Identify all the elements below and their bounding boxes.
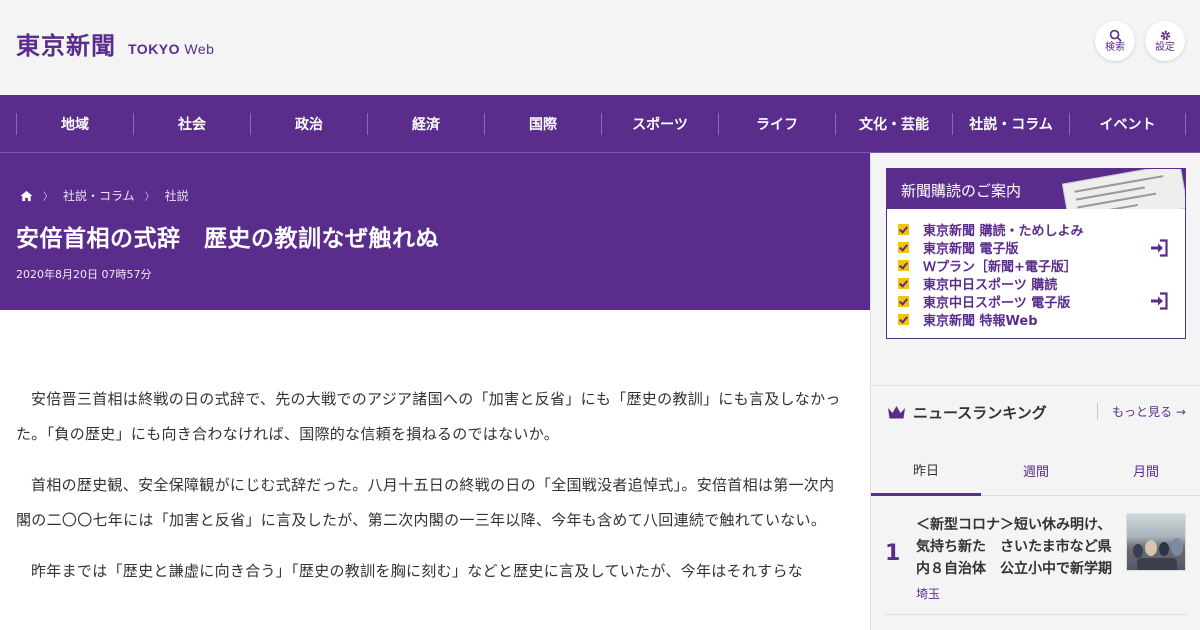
nav-item-international[interactable]: 国際 xyxy=(484,112,601,135)
subscription-link[interactable]: 東京中日スポーツ 購読 xyxy=(923,274,1057,293)
more-link[interactable]: もっと見る → xyxy=(1097,403,1186,420)
login-icon[interactable] xyxy=(1149,238,1169,258)
subscription-header: 新聞購読のご案内 xyxy=(887,169,1185,209)
search-icon xyxy=(1109,29,1122,42)
gear-icon xyxy=(1160,30,1170,41)
site-header: 東京新聞 TOKYO Web 検索 設定 xyxy=(0,0,1200,95)
nav-item-economy[interactable]: 経済 xyxy=(367,112,484,135)
subscription-item: 東京新聞 購読・ためしよみ xyxy=(898,220,1185,239)
article-paragraph: 首相の歴史観、安全保障観がにじむ式辞だった。八月十五日の終戦の日の「全国戦没者追… xyxy=(16,476,835,529)
tab-monthly[interactable]: 月間 xyxy=(1091,446,1200,496)
breadcrumb-editorial[interactable]: 社説 xyxy=(165,187,189,204)
arrow-right-icon: → xyxy=(1175,405,1186,419)
subscription-title: 新聞購読のご案内 xyxy=(901,182,1022,200)
checkbox-icon xyxy=(898,277,909,289)
ranking-tabs: 昨日 週間 月間 xyxy=(871,446,1200,496)
breadcrumb-editorials[interactable]: 社説・コラム xyxy=(63,187,135,204)
article-title: 安倍首相の式辞 歴史の教訓なぜ触れぬ xyxy=(16,226,439,252)
chevron-right-icon: 〉 xyxy=(43,192,53,203)
divider xyxy=(885,614,1187,615)
ranking-title: ニュースランキング xyxy=(913,404,1047,422)
nav-item-events[interactable]: イベント xyxy=(1069,112,1186,135)
checkbox-icon xyxy=(898,241,909,253)
subscription-item: Ｗプラン［新聞+電子版］ xyxy=(898,256,1185,275)
article-header: 〉 社説・コラム 〉 社説 安倍首相の式辞 歴史の教訓なぜ触れぬ 2020年8月… xyxy=(0,153,870,310)
newspaper-illustration xyxy=(1061,169,1185,209)
checkbox-icon xyxy=(898,295,909,307)
nav-item-region[interactable]: 地域 xyxy=(16,112,133,135)
article-body: 安倍晋三首相は終戦の日の式辞で、先の大戦でのアジア諸国への「加害と反省」にも「歴… xyxy=(0,310,870,630)
settings-label: 設定 xyxy=(1155,42,1175,53)
site-logo[interactable]: 東京新聞 TOKYO Web xyxy=(16,26,214,61)
home-icon[interactable] xyxy=(20,190,33,202)
settings-button[interactable]: 設定 xyxy=(1145,21,1185,61)
subscription-link[interactable]: 東京新聞 電子版 xyxy=(923,238,1019,257)
ranking-category[interactable]: 埼玉 xyxy=(916,585,940,602)
nav-item-editorials[interactable]: 社説・コラム xyxy=(952,112,1069,135)
search-label: 検索 xyxy=(1105,42,1125,53)
subscription-item: 東京新聞 電子版 xyxy=(898,238,1185,258)
ranking-headline[interactable]: ＜新型コロナ＞短い休み明け、気持ち新た さいたま市など県内８自治体 公立小中で新… xyxy=(916,514,1120,580)
checkbox-icon xyxy=(898,313,909,325)
subscription-link[interactable]: Ｗプラン［新聞+電子版］ xyxy=(923,256,1077,275)
login-icon[interactable] xyxy=(1149,291,1169,311)
sidebar: 新聞購読のご案内 東京新聞 購読・ためしよみ 東京新聞 電子版 Ｗプラン［新聞+… xyxy=(870,153,1200,630)
ranking-header: ニュースランキング xyxy=(887,402,1047,423)
article-date: 2020年8月20日 07時57分 xyxy=(16,268,152,281)
article-paragraph: 昨年までは「歴史と謙虚に向き合う」「歴史の教訓を胸に刻む」などと歴史に言及してい… xyxy=(31,562,804,580)
chevron-right-icon: 〉 xyxy=(144,192,155,203)
checkbox-icon xyxy=(898,259,909,271)
nav-item-politics[interactable]: 政治 xyxy=(250,112,367,135)
nav-item-culture[interactable]: 文化・芸能 xyxy=(835,112,952,135)
subscription-item: 東京中日スポーツ 購読 xyxy=(898,274,1185,293)
breadcrumb: 〉 社説・コラム 〉 社説 xyxy=(20,187,189,204)
subscription-list: 東京新聞 購読・ためしよみ 東京新聞 電子版 Ｗプラン［新聞+電子版］ 東京中日… xyxy=(887,209,1185,329)
tab-weekly[interactable]: 週間 xyxy=(981,446,1091,496)
nav-item-life[interactable]: ライフ xyxy=(718,112,835,135)
subscription-link[interactable]: 東京新聞 特報Web xyxy=(923,310,1038,329)
subscription-box: 新聞購読のご案内 東京新聞 購読・ためしよみ 東京新聞 電子版 Ｗプラン［新聞+… xyxy=(886,168,1186,339)
ranking-item[interactable]: 1 ＜新型コロナ＞短い休み明け、気持ち新た さいたま市など県内８自治体 公立小中… xyxy=(871,496,1200,614)
nav-item-society[interactable]: 社会 xyxy=(133,112,250,135)
divider xyxy=(871,385,1200,386)
logo-wordmark: 東京新聞 xyxy=(16,31,116,60)
article-paragraph: 安倍晋三首相は終戦の日の式辞で、先の大戦でのアジア諸国への「加害と反省」にも「歴… xyxy=(16,390,841,443)
subscription-item: 東京新聞 特報Web xyxy=(898,310,1185,329)
search-button[interactable]: 検索 xyxy=(1095,21,1135,61)
tab-yesterday[interactable]: 昨日 xyxy=(871,446,981,496)
subscription-link[interactable]: 東京中日スポーツ 電子版 xyxy=(923,292,1070,311)
subscription-item: 東京中日スポーツ 電子版 xyxy=(898,291,1185,311)
logo-subtitle: TOKYO Web xyxy=(128,41,215,57)
checkbox-icon xyxy=(898,223,909,235)
global-nav: 地域 社会 政治 経済 国際 スポーツ ライフ 文化・芸能 社説・コラム イベン… xyxy=(0,95,1200,153)
crown-icon xyxy=(888,406,905,419)
rank-number: 1 xyxy=(885,541,901,566)
nav-item-sports[interactable]: スポーツ xyxy=(601,112,718,135)
subscription-link[interactable]: 東京新聞 購読・ためしよみ xyxy=(923,220,1084,239)
ranking-thumbnail[interactable] xyxy=(1126,513,1186,571)
